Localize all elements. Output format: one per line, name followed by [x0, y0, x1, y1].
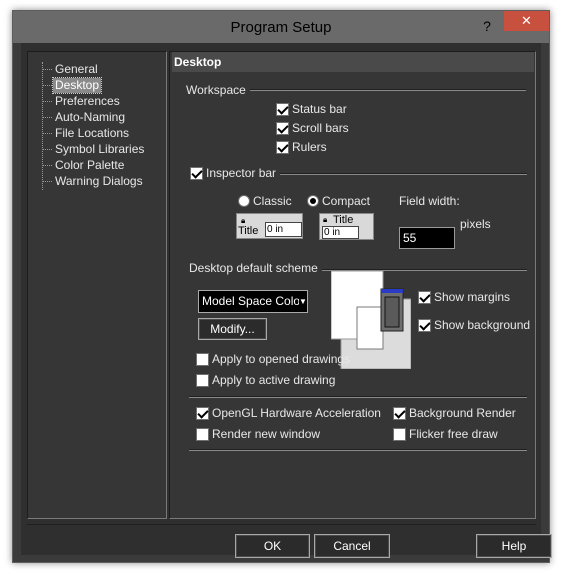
classic-radio-dot[interactable]	[238, 195, 250, 207]
classic-preview-title: Title	[238, 225, 259, 237]
modify-button[interactable]: Modify...	[198, 318, 267, 340]
compact-style-preview: 🔒︎ Title 0 in	[319, 213, 374, 240]
show-margins-label: Show margins	[434, 290, 511, 304]
status-bar-checkbox-box[interactable]	[276, 102, 289, 116]
compact-preview-field: 0 in	[322, 226, 359, 239]
field-width-input[interactable]: 55	[399, 227, 455, 249]
help-question-button[interactable]: ?	[475, 15, 499, 37]
background-render-checkbox-box[interactable]	[393, 406, 406, 420]
show-margins-checkbox[interactable]: Show margins	[418, 290, 510, 304]
classic-radio[interactable]: Classic	[238, 194, 292, 208]
compact-preview-title: Title	[333, 214, 354, 226]
tree-connector-tick	[43, 85, 52, 86]
background-render-label: Background Render	[409, 406, 516, 420]
rulers-label: Rulers	[292, 140, 327, 154]
footer-separator	[27, 524, 536, 525]
apply-opened-drawings-checkbox-box[interactable]	[196, 352, 209, 366]
apply-active-drawing-checkbox-box[interactable]	[196, 373, 209, 387]
scheme-dropdown-value: Model Space Color	[202, 294, 305, 308]
inspector-bar-label: Inspector bar	[206, 166, 277, 180]
apply-opened-drawings-label: Apply to opened drawings	[212, 352, 351, 366]
workspace-group-label: Workspace	[186, 83, 250, 97]
tree-item-auto-naming[interactable]: Auto-Naming	[53, 110, 127, 125]
tree-item-color-palette[interactable]: Color Palette	[53, 158, 126, 173]
flicker-free-draw-checkbox-box[interactable]	[393, 427, 406, 441]
close-window-button[interactable]: ✕	[504, 11, 549, 31]
apply-opened-drawings-checkbox[interactable]: Apply to opened drawings	[196, 352, 350, 366]
scheme-dropdown[interactable]: Model Space Color ▼	[198, 290, 308, 313]
lock-icon: 🔒︎	[323, 215, 328, 224]
apply-active-drawing-checkbox[interactable]: Apply to active drawing	[196, 373, 335, 387]
dropdown-arrow-icon[interactable]: ▼	[299, 291, 307, 312]
show-background-label: Show background	[434, 318, 531, 332]
tree-connector-tick	[43, 133, 52, 134]
tree-connector-tick	[43, 149, 52, 150]
scroll-bars-checkbox-box[interactable]	[276, 121, 289, 135]
rulers-checkbox[interactable]: Rulers	[276, 140, 327, 154]
compact-radio-dot[interactable]	[307, 195, 319, 207]
tree-connector-tick	[43, 69, 52, 70]
tree-item-general[interactable]: General	[53, 62, 100, 77]
window-title: Program Setup	[230, 19, 332, 36]
render-bottom-separator	[189, 449, 527, 451]
render-new-window-label: Render new window	[212, 427, 321, 441]
render-new-window-checkbox[interactable]: Render new window	[196, 427, 320, 441]
ok-button[interactable]: OK	[235, 534, 310, 558]
scroll-bars-label: Scroll bars	[292, 121, 349, 135]
tree-connector-tick	[43, 101, 52, 102]
dialog-client-area: General Desktop Preferences Auto-Naming …	[21, 43, 552, 558]
status-bar-label: Status bar	[292, 102, 347, 116]
apply-active-drawing-label: Apply to active drawing	[212, 373, 336, 387]
compact-label: Compact	[322, 194, 371, 208]
tree-item-symbol-libraries[interactable]: Symbol Libraries	[53, 142, 146, 157]
classic-style-preview: 🔒︎ Title 0 in	[236, 213, 303, 239]
opengl-checkbox[interactable]: OpenGL Hardware Acceleration	[196, 406, 381, 420]
inspector-bar-checkbox[interactable]: Inspector bar	[190, 166, 281, 180]
flicker-free-draw-checkbox[interactable]: Flicker free draw	[393, 427, 498, 441]
show-background-checkbox-box[interactable]	[418, 318, 431, 332]
classic-label: Classic	[253, 194, 292, 208]
tree-connector-line	[42, 62, 43, 190]
page-title: Desktop	[172, 52, 534, 72]
render-top-separator	[189, 396, 527, 398]
scroll-bars-checkbox[interactable]: Scroll bars	[276, 121, 349, 135]
cancel-button[interactable]: Cancel	[314, 534, 390, 558]
opengl-checkbox-box[interactable]	[196, 406, 209, 420]
tree-item-file-locations[interactable]: File Locations	[53, 126, 131, 141]
tree-connector-tick	[43, 117, 52, 118]
rulers-checkbox-box[interactable]	[276, 140, 289, 154]
tree-item-desktop[interactable]: Desktop	[51, 77, 103, 94]
category-tree: General Desktop Preferences Auto-Naming …	[27, 51, 167, 519]
help-button[interactable]: Help	[476, 534, 552, 558]
classic-preview-field: 0 in	[265, 222, 302, 237]
background-render-checkbox[interactable]: Background Render	[393, 406, 516, 420]
flicker-free-draw-label: Flicker free draw	[409, 427, 498, 441]
scheme-group-label: Desktop default scheme	[189, 261, 322, 275]
tree-connector-tick	[43, 165, 52, 166]
status-bar-checkbox[interactable]: Status bar	[276, 102, 347, 116]
compact-radio[interactable]: Compact	[307, 194, 370, 208]
title-bar[interactable]: Program Setup ? ✕	[13, 11, 549, 43]
pixels-label: pixels	[460, 217, 491, 231]
opengl-label: OpenGL Hardware Acceleration	[212, 406, 381, 420]
tree-connector-tick	[43, 181, 52, 182]
show-margins-checkbox-box[interactable]	[418, 290, 431, 304]
inspector-bar-checkbox-box[interactable]	[190, 166, 203, 180]
show-background-checkbox[interactable]: Show background	[418, 318, 530, 332]
program-setup-dialog: Program Setup ? ✕ General Desktop Prefer…	[12, 10, 552, 563]
tree-item-preferences[interactable]: Preferences	[53, 94, 122, 109]
tree-item-warning-dialogs[interactable]: Warning Dialogs	[53, 174, 145, 189]
field-width-label: Field width:	[399, 194, 460, 208]
render-new-window-checkbox-box[interactable]	[196, 427, 209, 441]
